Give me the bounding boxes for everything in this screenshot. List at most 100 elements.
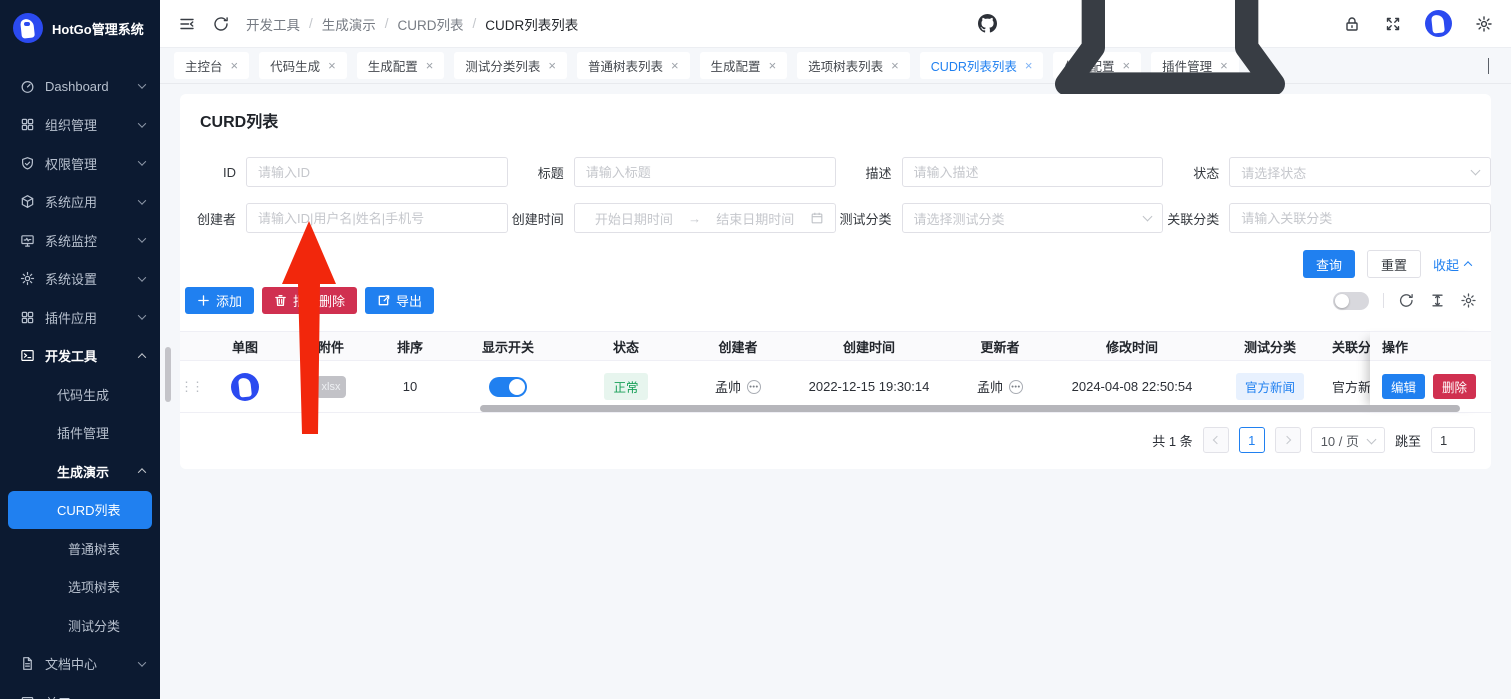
sidebar-item-code-gen[interactable]: 代码生成	[0, 375, 160, 414]
chevron-down-icon	[138, 158, 146, 166]
search-button[interactable]: 查询	[1303, 250, 1355, 278]
title-input[interactable]	[574, 157, 836, 187]
app-logo[interactable]: HotGo管理系统	[0, 0, 160, 57]
close-icon[interactable]: ×	[328, 59, 336, 72]
sidebar-item-system-app[interactable]: 系统应用	[0, 183, 160, 222]
user-avatar[interactable]	[1425, 10, 1452, 37]
close-icon[interactable]: ×	[769, 59, 777, 72]
sidebar-item-test-category[interactable]: 测试分类	[0, 606, 160, 645]
page-title: CURD列表	[180, 108, 1491, 132]
sidebar-item-curd-list[interactable]: CURD列表	[8, 491, 152, 530]
col-header: 单图	[202, 337, 288, 356]
sidebar-item-dashboard[interactable]: Dashboard	[0, 67, 160, 106]
total-count: 共 1 条	[1152, 431, 1192, 450]
sidebar-item-settings[interactable]: 系统设置	[0, 260, 160, 299]
scrollbar-thumb[interactable]	[165, 347, 171, 402]
row-density-icon[interactable]	[1429, 292, 1446, 309]
row-thumbnail-image[interactable]	[231, 373, 259, 401]
sidebar-item-doc-center[interactable]: 文档中心	[0, 645, 160, 684]
tab-code-gen[interactable]: 代码生成×	[259, 52, 347, 79]
chevron-left-icon	[1212, 436, 1220, 444]
creator-input[interactable]	[246, 203, 508, 233]
chevron-down-icon	[138, 235, 146, 243]
close-icon[interactable]: ×	[548, 59, 556, 72]
col-header: 修改时间	[1056, 337, 1208, 356]
breadcrumb-item[interactable]: CURD列表	[398, 14, 464, 34]
add-button[interactable]: 添加	[185, 287, 254, 314]
sidebar-item-org[interactable]: 组织管理	[0, 106, 160, 145]
filter-label: 标题	[508, 163, 564, 182]
sidebar-collapse-icon[interactable]	[178, 15, 196, 33]
user-info-icon[interactable]: •••	[1009, 380, 1023, 394]
close-icon[interactable]: ×	[426, 59, 434, 72]
delete-button[interactable]: 删除	[1433, 374, 1476, 399]
prev-page-button[interactable]	[1203, 427, 1229, 453]
sidebar-item-monitor[interactable]: 系统监控	[0, 221, 160, 260]
horizontal-scrollbar[interactable]	[480, 405, 1460, 412]
id-input[interactable]	[246, 157, 508, 187]
sidebar-item-normal-tree[interactable]: 普通树表	[0, 529, 160, 568]
sidebar-item-dev-tools[interactable]: 开发工具	[0, 337, 160, 376]
tab-console[interactable]: 主控台×	[174, 52, 249, 79]
tab-overflow-chevron-icon[interactable]	[1488, 58, 1497, 73]
fixed-action-column: 操作 编辑 删除	[1370, 331, 1491, 413]
collapse-filters-link[interactable]: 收起	[1433, 255, 1471, 274]
sidebar-item-option-tree[interactable]: 选项树表	[0, 568, 160, 607]
refresh-page-icon[interactable]	[212, 15, 230, 33]
creator-name: 孟帅	[715, 377, 741, 396]
calendar-icon	[810, 211, 824, 225]
col-header: 更新者	[944, 337, 1056, 356]
chevron-up-icon	[1464, 261, 1472, 269]
updater-name: 孟帅	[977, 377, 1003, 396]
jump-page-input[interactable]	[1431, 427, 1475, 453]
reset-button[interactable]: 重置	[1367, 250, 1421, 278]
drag-handle-icon[interactable]: ⋮⋮	[180, 379, 202, 395]
created-date-range-picker[interactable]: 开始日期时间 → 结束日期时间	[574, 203, 836, 233]
relation-category-input[interactable]	[1229, 203, 1491, 233]
reload-table-icon[interactable]	[1398, 292, 1415, 309]
tab-test-category-list[interactable]: 测试分类列表×	[454, 52, 567, 79]
sidebar-item-about[interactable]: 关于	[0, 683, 160, 699]
trash-icon	[274, 294, 287, 307]
sidebar-item-gen-demo[interactable]: 生成演示	[0, 452, 160, 491]
display-switch-on[interactable]	[489, 377, 527, 397]
attachment-badge[interactable]: xlsx	[316, 376, 347, 398]
edit-button[interactable]: 编辑	[1382, 374, 1425, 399]
page-1-button[interactable]: 1	[1239, 427, 1265, 453]
user-info-icon[interactable]: •••	[747, 380, 761, 394]
breadcrumb-item[interactable]: 生成演示	[322, 14, 376, 34]
batch-delete-button[interactable]: 批量删除	[262, 287, 357, 314]
sidebar-item-plugin-manage[interactable]: 插件管理	[0, 414, 160, 453]
breadcrumb-item-current: CUDR列表列表	[485, 14, 578, 34]
tab-gen-config-2[interactable]: 生成配置×	[700, 52, 788, 79]
tab-option-tree-list[interactable]: 选项树表列表×	[797, 52, 910, 79]
chevron-down-icon	[1367, 434, 1377, 444]
close-icon[interactable]: ×	[671, 59, 679, 72]
sidebar-item-plugin-app[interactable]: 插件应用	[0, 298, 160, 337]
close-icon[interactable]: ×	[231, 59, 239, 72]
fullscreen-icon[interactable]	[1384, 15, 1402, 33]
column-settings-gear-icon[interactable]	[1460, 292, 1477, 309]
striped-toggle[interactable]	[1333, 292, 1369, 310]
next-page-button[interactable]	[1275, 427, 1301, 453]
layout-settings-gear-icon[interactable]	[1475, 15, 1493, 33]
description-input[interactable]	[902, 157, 1164, 187]
github-icon[interactable]	[978, 14, 997, 33]
breadcrumb-item[interactable]: 开发工具	[246, 14, 300, 34]
col-header: 显示开关	[446, 337, 570, 356]
updated-at: 2024-04-08 22:50:54	[1056, 379, 1208, 394]
grid-icon	[19, 117, 35, 133]
status-select[interactable]: 请选择状态	[1229, 157, 1491, 187]
test-category-select[interactable]: 请选择测试分类	[902, 203, 1164, 233]
chevron-down-icon	[1143, 212, 1153, 222]
col-header-action: 操作	[1370, 331, 1491, 361]
tab-normal-tree-list[interactable]: 普通树表列表×	[577, 52, 690, 79]
gear-icon	[19, 271, 35, 287]
tab-gen-config-1[interactable]: 生成配置×	[357, 52, 445, 79]
close-icon[interactable]: ×	[891, 59, 899, 72]
lock-icon[interactable]	[1343, 15, 1361, 33]
sidebar-item-permission[interactable]: 权限管理	[0, 144, 160, 183]
page-size-select[interactable]: 10 / 页	[1311, 427, 1385, 453]
table-action-bar: 添加 批量删除 导出	[180, 278, 1491, 314]
export-button[interactable]: 导出	[365, 287, 434, 314]
